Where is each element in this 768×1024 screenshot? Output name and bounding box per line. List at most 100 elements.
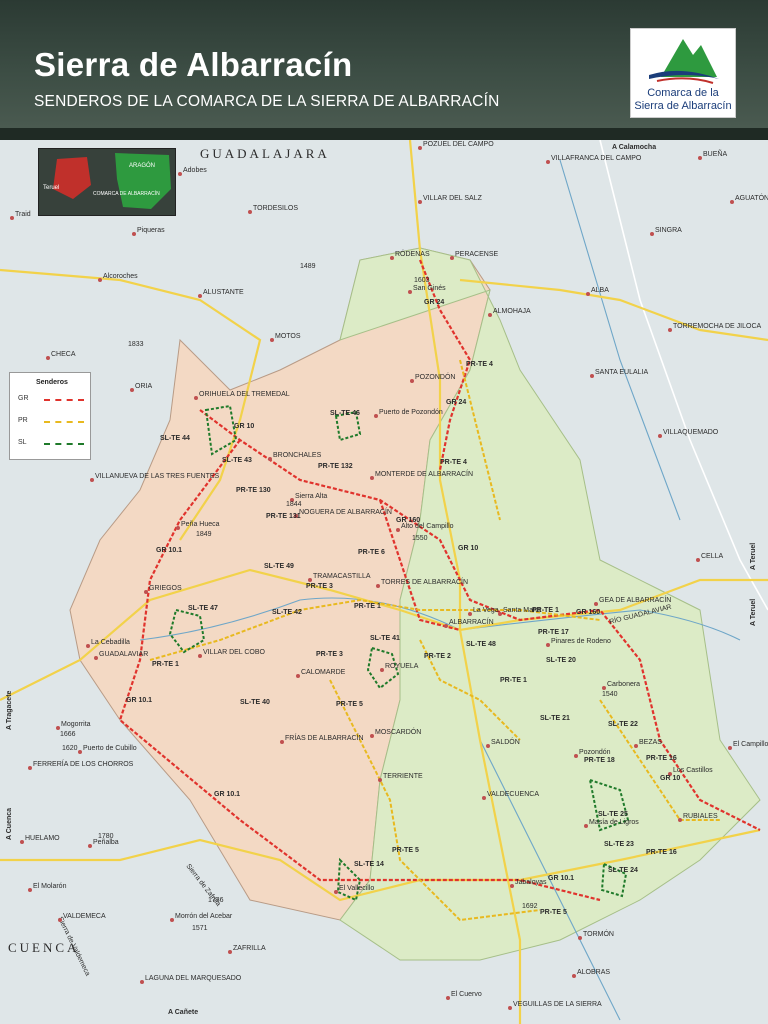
place-marker-ferreria-de-los-chorros[interactable] <box>28 766 32 770</box>
place-marker-gea-de-albarracin[interactable] <box>594 602 598 606</box>
place-marker-laguna-del-marquesado[interactable] <box>140 980 144 984</box>
place-label-rubiales: RUBIALES <box>683 813 718 820</box>
elevation-1571-9: 1571 <box>192 925 208 932</box>
place-marker-terriente[interactable] <box>378 778 382 782</box>
place-marker-checa[interactable] <box>46 356 50 360</box>
place-marker-el-cuervo[interactable] <box>446 996 450 1000</box>
place-marker-pinares-de-rodeno[interactable] <box>546 643 550 647</box>
place-marker-griegos[interactable] <box>144 590 148 594</box>
place-marker-rodenas[interactable] <box>390 256 394 260</box>
legend-sl-swatch <box>44 443 84 445</box>
place-marker-el-molaron[interactable] <box>28 888 32 892</box>
place-marker-pozuel-del-campo[interactable] <box>418 146 422 150</box>
place-marker-pozondon[interactable] <box>410 379 414 383</box>
place-marker-bronchales[interactable] <box>268 457 272 461</box>
trail-label-gr-160-21: GR 160 <box>576 609 600 616</box>
place-marker-morron-del-acebar[interactable] <box>170 918 174 922</box>
place-label-almohaja: ALMOHAJA <box>493 308 531 315</box>
place-marker-tramacastilla[interactable] <box>308 578 312 582</box>
place-label-el-vallecillo: El Vallecillo <box>339 885 374 892</box>
place-marker-valdemeca[interactable] <box>58 918 62 922</box>
place-marker-veguillas-de-la-sierra[interactable] <box>508 1006 512 1010</box>
trail-label-sl-te-20-26: SL-TE 20 <box>546 657 576 664</box>
place-marker-penalba[interactable] <box>88 844 92 848</box>
place-marker-el-vallecillo[interactable] <box>334 890 338 894</box>
place-marker-bezas[interactable] <box>634 744 638 748</box>
place-marker-santa-eulalia[interactable] <box>590 374 594 378</box>
place-marker-villar-del-salz[interactable] <box>418 200 422 204</box>
place-marker-villafranca-del-campo[interactable] <box>546 160 550 164</box>
place-marker-alcoroches[interactable] <box>98 278 102 282</box>
place-label-calomarde: CALOMARDE <box>301 669 346 676</box>
place-marker-saldon[interactable] <box>486 744 490 748</box>
place-marker-san-gines[interactable] <box>408 290 412 294</box>
place-marker-mogorrita[interactable] <box>56 726 60 730</box>
place-marker-villar-del-cobo[interactable] <box>198 654 202 658</box>
place-label-la-cebadilla: La Cebadilla <box>91 639 130 646</box>
place-marker-tormon[interactable] <box>578 936 582 940</box>
place-marker-rubiales[interactable] <box>678 818 682 822</box>
place-marker-almohaja[interactable] <box>488 313 492 317</box>
place-marker-calomarde[interactable] <box>296 674 300 678</box>
place-marker-puerto-de-pozondon[interactable] <box>374 414 378 418</box>
elevation-1736-8: 1736 <box>208 897 224 904</box>
place-label-puerto-de-cubillo: Puerto de Cubillo <box>83 745 137 752</box>
place-marker-puerto-de-cubillo[interactable] <box>78 750 82 754</box>
place-marker-adobes[interactable] <box>178 172 182 176</box>
locator-comarca: COMARCA DE ALBARRACÍN <box>93 190 160 197</box>
place-marker-piqueras[interactable] <box>132 232 136 236</box>
trail-label-gr-10-5: GR 10 <box>234 423 254 430</box>
place-marker-jabaloyas[interactable] <box>510 884 514 888</box>
place-label-villar-del-salz: VILLAR DEL SALZ <box>423 195 483 202</box>
trail-label-gr-10-12: GR 10 <box>458 545 478 552</box>
place-marker-villaquemado[interactable] <box>658 434 662 438</box>
road-sign-a-canete-4: A Cañete <box>168 1009 198 1016</box>
place-marker-alba[interactable] <box>586 292 590 296</box>
place-label-motos: MOTOS <box>275 333 301 340</box>
place-marker-alobras[interactable] <box>572 974 576 978</box>
place-marker-pozondon[interactable] <box>574 754 578 758</box>
place-marker-cella[interactable] <box>696 558 700 562</box>
place-marker-santa-marta[interactable] <box>498 612 502 616</box>
place-marker-el-campillo[interactable] <box>728 746 732 750</box>
place-marker-carbonera[interactable] <box>602 686 606 690</box>
place-marker-aguaton[interactable] <box>730 200 734 204</box>
map-canvas[interactable]: GUADALAJARA CUENCA RÍO GUADALAVIAR Sierr… <box>0 139 768 1024</box>
place-marker-pena-hueca[interactable] <box>176 526 180 530</box>
place-marker-valdecuenca[interactable] <box>482 796 486 800</box>
legend-title: Senderos <box>36 379 68 386</box>
place-marker-la-cebadilla[interactable] <box>86 644 90 648</box>
place-label-villar-del-cobo: VILLAR DEL COBO <box>203 649 266 656</box>
place-marker-alustante[interactable] <box>198 294 202 298</box>
place-marker-traid[interactable] <box>10 216 14 220</box>
place-marker-singra[interactable] <box>650 232 654 236</box>
place-marker-buena[interactable] <box>698 156 702 160</box>
place-marker-huelamo[interactable] <box>20 840 24 844</box>
place-marker-moscardon[interactable] <box>370 734 374 738</box>
place-marker-villanueva-de-las-tres-fuentes[interactable] <box>90 478 94 482</box>
place-label-torres-de-albarracin: TORRES DE ALBARRACÍN <box>381 577 468 586</box>
place-label-aguaton: AGUATÓN <box>735 193 768 202</box>
place-marker-torremocha-de-jiloca[interactable] <box>668 328 672 332</box>
place-marker-masia-de-ligros[interactable] <box>584 824 588 828</box>
place-marker-orihuela-del-tremedal[interactable] <box>194 396 198 400</box>
trail-map[interactable]: GUADALAJARA CUENCA RÍO GUADALAVIAR Sierr… <box>0 139 768 1024</box>
place-label-alobras: ALOBRAS <box>577 969 610 976</box>
place-marker-guadalaviar[interactable] <box>94 656 98 660</box>
place-label-tramacastilla: TRAMACASTILLA <box>313 573 371 580</box>
place-marker-peracense[interactable] <box>450 256 454 260</box>
place-marker-tordesilos[interactable] <box>248 210 252 214</box>
place-marker-zafrilla[interactable] <box>228 950 232 954</box>
place-marker-monterde-de-albarracin[interactable] <box>370 476 374 480</box>
place-marker-alto-del-campillo[interactable] <box>396 528 400 532</box>
place-marker-oria[interactable] <box>130 388 134 392</box>
trail-label-pr-te-5-45: PR-TE 5 <box>540 909 567 916</box>
place-marker-frias-de-albarracin[interactable] <box>280 740 284 744</box>
trail-label-sl-te-14-42: SL-TE 14 <box>354 861 384 868</box>
place-marker-torres-de-albarracin[interactable] <box>376 584 380 588</box>
place-marker-albarracin[interactable] <box>444 624 448 628</box>
place-marker-motos[interactable] <box>270 338 274 342</box>
place-marker-royuela[interactable] <box>380 668 384 672</box>
place-label-san-gines: San Ginés <box>413 285 446 292</box>
place-marker-la-vega[interactable] <box>468 612 472 616</box>
